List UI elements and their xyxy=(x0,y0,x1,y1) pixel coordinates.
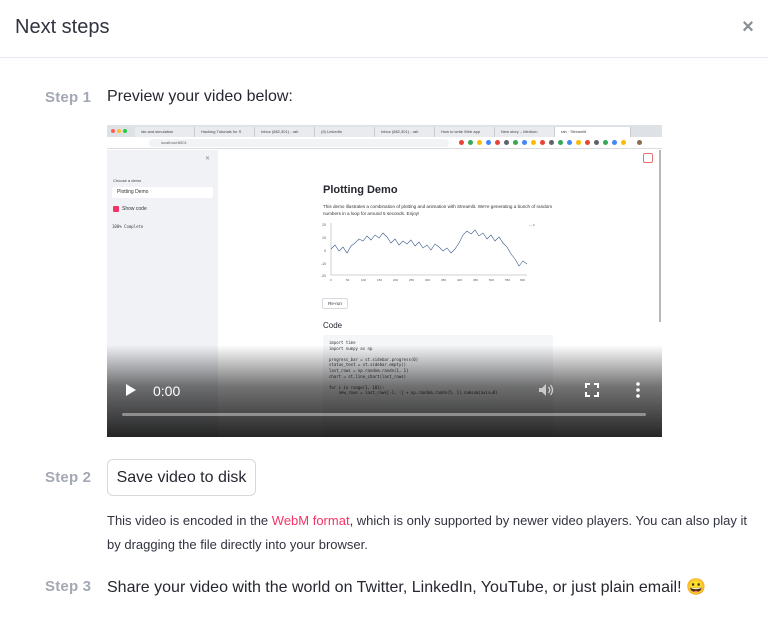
extension-icon xyxy=(513,140,518,145)
step-2-label: Step 2 xyxy=(45,469,92,486)
video-frame-tab: (9) LinkedIn xyxy=(315,127,375,137)
video-frame-tab-active: rah · Streamlit xyxy=(555,127,631,137)
webm-format-link[interactable]: WebM format xyxy=(272,513,350,528)
hamburger-menu-icon xyxy=(643,153,653,163)
sidebar-demo-select: Plotting Demo xyxy=(112,187,213,198)
chart-series-line xyxy=(330,229,528,267)
video-frame-scrollbar xyxy=(659,150,661,322)
chart-x-tick: 0 xyxy=(330,278,332,282)
video-frame-toolbar: localhost:8501 xyxy=(107,137,662,149)
extension-icon xyxy=(594,140,599,145)
note-text-before: This video is encoded in the xyxy=(107,513,272,528)
chart-y-tick: 0 xyxy=(324,249,326,253)
chart-x-tick: 600 xyxy=(520,278,525,282)
chart-x-tick: 400 xyxy=(457,278,462,282)
extension-icon xyxy=(612,140,617,145)
extension-icon xyxy=(531,140,536,145)
extension-icon xyxy=(477,140,482,145)
checkbox-icon xyxy=(113,206,119,212)
chart-x-tick: 450 xyxy=(473,278,478,282)
video-frame-tab: Hacking Tutorials for S xyxy=(195,127,255,137)
webm-note: This video is encoded in the WebM format… xyxy=(107,509,747,557)
window-max-dot xyxy=(123,129,127,133)
chart-x-ticks: 0 50 100 150 200 250 300 350 400 450 500… xyxy=(330,278,525,282)
save-video-button[interactable]: Save video to disk xyxy=(107,459,256,496)
chart-x-tick: 250 xyxy=(409,278,414,282)
chart-y-tick: 10 xyxy=(322,236,326,240)
video-frame-tab: How to write Web app xyxy=(435,127,495,137)
chart-x-tick: 200 xyxy=(393,278,398,282)
video-frame-tab: Inbox (882,301) - rah xyxy=(255,127,315,137)
video-frame-tabbar: ide.and.simulation Hacking Tutorials for… xyxy=(107,125,662,137)
chart-x-tick: 150 xyxy=(377,278,382,282)
more-options-icon[interactable] xyxy=(635,382,641,398)
extension-icon xyxy=(522,140,527,145)
chart-x-tick: 550 xyxy=(505,278,510,282)
chart-y-ticks: 20 10 0 -10 -20 xyxy=(321,223,326,278)
chart-y-tick: -20 xyxy=(321,274,326,278)
video-seek-bar[interactable] xyxy=(122,413,646,416)
demo-title: Plotting Demo xyxy=(323,184,398,196)
video-current-time: 0:00 xyxy=(153,383,181,399)
extension-icon xyxy=(459,140,464,145)
step-3-label: Step 3 xyxy=(45,578,92,595)
modal-title: Next steps xyxy=(15,16,110,38)
chart-x-tick: 500 xyxy=(489,278,494,282)
chart-legend-marker: — 0 xyxy=(529,223,535,227)
modal-header: Next steps × xyxy=(0,0,768,58)
extension-icon xyxy=(558,140,563,145)
window-close-dot xyxy=(111,129,115,133)
extension-icon xyxy=(603,140,608,145)
step-3-text: Share your video with the world on Twitt… xyxy=(107,579,706,596)
extension-icon xyxy=(549,140,554,145)
video-frame-tab: ide.and.simulation xyxy=(135,127,195,137)
window-min-dot xyxy=(117,129,121,133)
video-frame-tab: New story – Medium xyxy=(495,127,555,137)
step-1-label: Step 1 xyxy=(45,89,92,106)
extension-icon xyxy=(576,140,581,145)
rerun-button: Re-run xyxy=(322,298,348,309)
chart-y-tick: -10 xyxy=(321,262,326,266)
code-heading: Code xyxy=(323,321,343,330)
fullscreen-icon[interactable] xyxy=(585,383,599,397)
sidebar-close-icon: ✕ xyxy=(205,156,211,162)
extension-icon xyxy=(495,140,500,145)
sidebar-select-label: Choose a demo xyxy=(113,178,142,183)
chart-x-tick: 350 xyxy=(441,278,446,282)
video-frame-url: localhost:8501 xyxy=(149,139,449,147)
step-1-text: Preview your video below: xyxy=(107,88,293,105)
demo-description: This demo illustrates a combination of p… xyxy=(323,204,553,216)
video-frame-tab: Inbox (882,301) - rah xyxy=(375,127,435,137)
extension-icon xyxy=(621,140,626,145)
extension-icon xyxy=(567,140,572,145)
sidebar-checkbox-label: Show code xyxy=(122,206,147,212)
video-player[interactable]: ide.and.simulation Hacking Tutorials for… xyxy=(107,125,662,437)
chart-x-tick: 300 xyxy=(425,278,430,282)
chart-x-tick: 100 xyxy=(361,278,366,282)
demo-line-chart: 20 10 0 -10 -20 0 50 100 150 200 250 300… xyxy=(321,223,535,282)
extension-icon xyxy=(486,140,491,145)
extension-icon xyxy=(540,140,545,145)
extension-icon xyxy=(585,140,590,145)
profile-avatar-icon xyxy=(637,140,642,145)
sidebar-progress-text: 100% Complete xyxy=(112,224,144,229)
play-icon[interactable] xyxy=(125,383,137,397)
chart-x-tick: 50 xyxy=(346,278,350,282)
volume-icon[interactable] xyxy=(538,383,554,397)
close-icon[interactable]: × xyxy=(738,16,758,38)
extension-icon xyxy=(504,140,509,145)
chart-y-tick: 20 xyxy=(322,223,326,227)
video-controls-overlay xyxy=(107,345,662,437)
extension-icon xyxy=(468,140,473,145)
